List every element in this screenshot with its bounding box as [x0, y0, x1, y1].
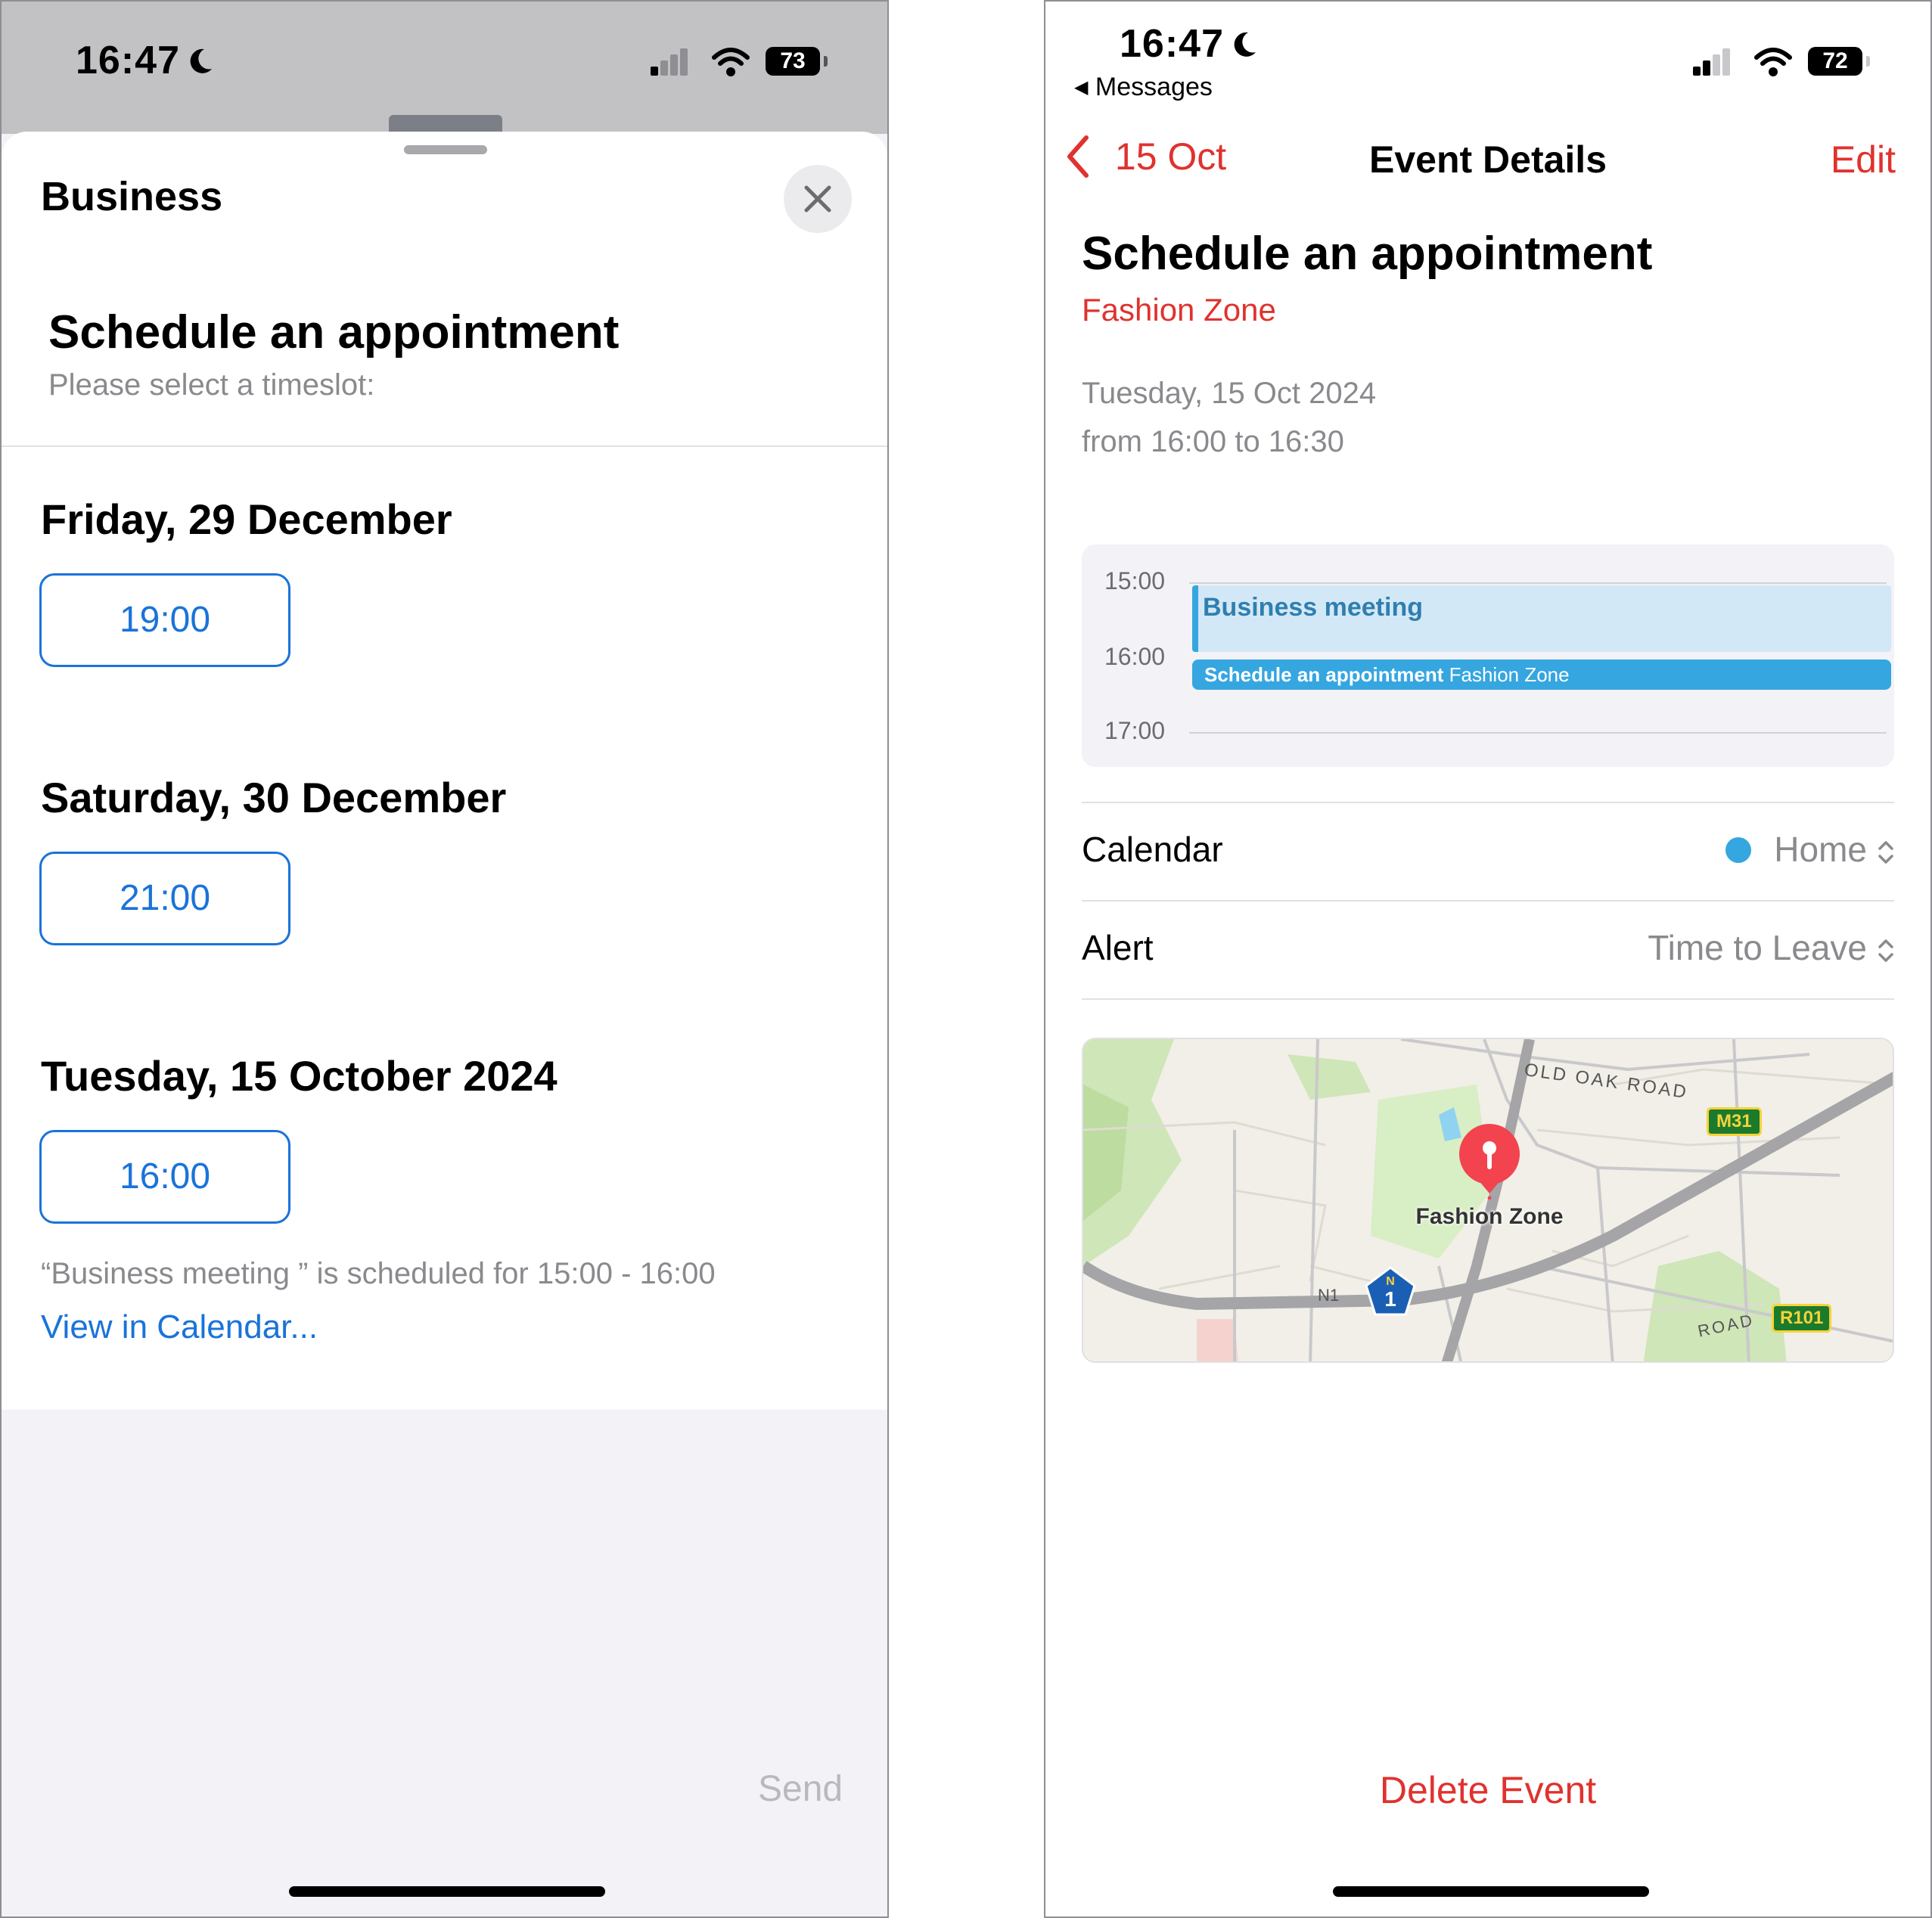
wifi-icon — [1754, 48, 1792, 76]
map-road-label: N1 — [1318, 1286, 1340, 1305]
moon-icon — [190, 48, 212, 73]
alert-label: Alert — [1082, 928, 1154, 967]
hour-label: 17:00 — [1104, 717, 1166, 744]
edit-button[interactable]: Edit — [1831, 138, 1896, 182]
event-block-title: Business meeting — [1203, 593, 1423, 622]
status-time: 16:47 — [76, 38, 215, 83]
hour-label: 15:00 — [1104, 567, 1166, 594]
timeslot-button[interactable]: 21:00 — [39, 852, 290, 945]
right-phone-screen: 16:47 ◀ Messages 72 15 Oct Event Details… — [1044, 0, 1932, 1918]
back-triangle-icon: ◀ — [1074, 77, 1089, 98]
chevron-up-down-icon — [1878, 939, 1893, 962]
battery-icon: 72 — [1808, 47, 1870, 76]
divider — [1082, 998, 1894, 1000]
close-icon — [804, 185, 831, 213]
timeslot-button[interactable]: 16:00 — [39, 1130, 290, 1224]
n1-shield-icon: N 1 — [1365, 1266, 1416, 1317]
nav-title: Event Details — [1368, 138, 1607, 181]
map-pin-icon[interactable] — [1457, 1124, 1522, 1200]
r101-shield-icon: R101 — [1772, 1304, 1832, 1333]
moon-icon — [1234, 32, 1256, 57]
sheet-grabber[interactable] — [404, 145, 487, 154]
cellular-signal-icon — [1693, 48, 1731, 76]
map-pin-label: Fashion Zone — [1415, 1204, 1564, 1229]
business-meeting-event[interactable]: Business meeting — [1192, 585, 1891, 652]
cellular-signal-icon — [651, 48, 688, 76]
appointment-event-title: Schedule an appointment — [1204, 663, 1444, 686]
hour-label: 16:00 — [1104, 643, 1166, 670]
event-location[interactable]: Fashion Zone — [1082, 292, 1276, 328]
sheet-tab — [389, 115, 502, 132]
appointment-subtitle: Please select a timeslot: — [48, 368, 375, 402]
appointment-event-location: Fashion Zone — [1449, 663, 1570, 686]
calendar-row[interactable]: Calendar Home — [1082, 802, 1894, 900]
left-phone-screen: 16:47 73 Business Schedule an appointmen… — [0, 0, 889, 1918]
delete-event-button[interactable]: Delete Event — [1045, 1768, 1930, 1812]
timeslot-button[interactable]: 19:00 — [39, 573, 290, 667]
day-label: Saturday, 30 December — [41, 774, 507, 821]
view-in-calendar-link[interactable]: View in Calendar... — [41, 1308, 318, 1346]
home-indicator — [1333, 1886, 1649, 1897]
back-to-app[interactable]: ◀ Messages — [1074, 73, 1213, 102]
alert-row[interactable]: Alert Time to Leave — [1082, 900, 1894, 998]
close-button[interactable] — [784, 165, 852, 233]
send-button[interactable]: Send — [758, 1768, 843, 1810]
calendar-selector[interactable]: Home — [1725, 829, 1894, 870]
alert-selector[interactable]: Time to Leave — [1648, 927, 1894, 968]
day-timeline[interactable]: 15:00 16:00 17:00 Business meeting Sched… — [1082, 545, 1894, 767]
appointment-event[interactable]: Schedule an appointment Fashion Zone — [1192, 660, 1891, 690]
hour-line — [1189, 582, 1887, 584]
event-title: Schedule an appointment — [1082, 228, 1653, 280]
home-indicator — [289, 1886, 605, 1897]
battery-icon: 73 — [766, 47, 828, 76]
calendar-label: Calendar — [1082, 830, 1223, 869]
calendar-color-dot — [1725, 837, 1752, 863]
status-time: 16:47 — [1120, 21, 1259, 67]
event-time: from 16:00 to 16:30 — [1082, 425, 1344, 458]
location-map[interactable]: OLD OAK ROAD N1 ROAD N 1 M31 R101 Fashio… — [1082, 1038, 1894, 1363]
day-label: Friday, 29 December — [41, 495, 452, 543]
conflict-note: “Business meeting ” is scheduled for 15:… — [41, 1257, 716, 1290]
event-date: Tuesday, 15 Oct 2024 — [1082, 377, 1377, 410]
sheet-title: Business — [41, 174, 223, 219]
wifi-icon — [712, 48, 750, 76]
hour-line — [1189, 732, 1887, 734]
m31-shield-icon: M31 — [1707, 1107, 1762, 1136]
day-label: Tuesday, 15 October 2024 — [41, 1052, 558, 1100]
appointment-heading: Schedule an appointment — [48, 306, 620, 358]
divider — [2, 445, 887, 447]
business-sheet: Business Schedule an appointment Please … — [2, 132, 887, 1410]
chevron-up-down-icon — [1878, 841, 1893, 864]
